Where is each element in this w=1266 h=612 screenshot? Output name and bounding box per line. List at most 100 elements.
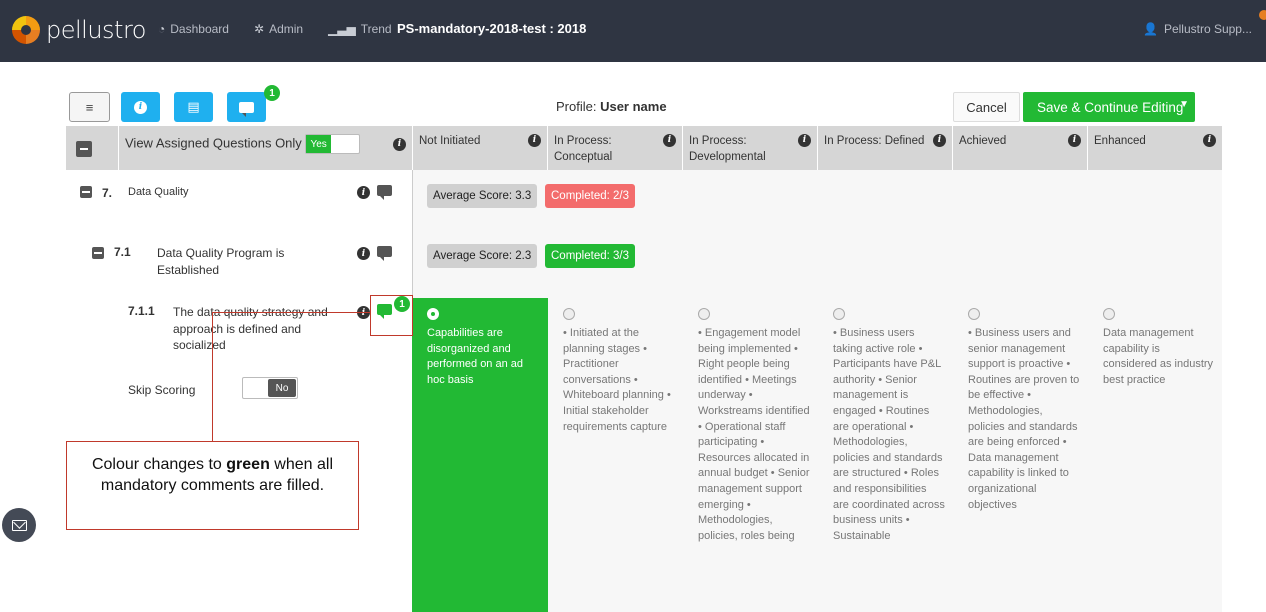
info-button[interactable]: i bbox=[121, 92, 160, 122]
bar-chart-icon: ▁▃▅ bbox=[328, 22, 356, 36]
info-icon[interactable]: i bbox=[798, 134, 811, 147]
info-icon: i bbox=[134, 100, 147, 114]
section-title: Data Quality bbox=[128, 186, 189, 198]
skip-scoring-toggle[interactable]: No bbox=[242, 377, 298, 399]
completed-badge: Completed: 2/3 bbox=[545, 184, 635, 208]
level-header: In Process: Defined i bbox=[817, 126, 952, 170]
level-description: Data management capability is considered… bbox=[1103, 327, 1214, 386]
level-option[interactable]: • Engagement model being implemented • R… bbox=[683, 298, 818, 545]
notification-dot[interactable] bbox=[1259, 10, 1266, 20]
info-icon[interactable]: i bbox=[1203, 134, 1216, 147]
radio-button[interactable] bbox=[1103, 308, 1115, 320]
profile-label: Profile: User name bbox=[556, 99, 667, 114]
completed-badge: Completed: 3/3 bbox=[545, 244, 635, 268]
gauge-icon: ◔ bbox=[158, 22, 166, 36]
level-header-label: Enhanced bbox=[1094, 135, 1146, 147]
callout-text-bold: green bbox=[226, 456, 270, 473]
level-option-selected[interactable]: Capabilities are disorganized and perfor… bbox=[412, 298, 548, 612]
callout-connector bbox=[212, 312, 213, 441]
feedback-button[interactable] bbox=[2, 508, 36, 542]
question-number: 7.1.1 bbox=[128, 304, 155, 318]
level-option[interactable]: • Business users and senior management s… bbox=[953, 298, 1088, 513]
level-header: In Process: Developmental i bbox=[682, 126, 817, 170]
menu-button[interactable]: ≡ bbox=[69, 92, 110, 122]
nav-admin-label: Admin bbox=[269, 22, 304, 36]
radio-selected[interactable] bbox=[427, 308, 439, 320]
profile-name: User name bbox=[600, 99, 667, 114]
info-icon[interactable]: i bbox=[357, 186, 370, 199]
nav-trend[interactable]: ▁▃▅ Trend bbox=[328, 22, 392, 36]
level-header-label: Not Initiated bbox=[419, 135, 481, 147]
view-assigned-label: View Assigned Questions Only bbox=[125, 135, 302, 151]
collapse-all-icon[interactable] bbox=[76, 141, 92, 157]
info-icon[interactable]: i bbox=[1068, 134, 1081, 147]
logo[interactable]: pellustro bbox=[12, 16, 146, 44]
logo-text: pellustro bbox=[46, 16, 146, 44]
info-icon[interactable]: i bbox=[663, 134, 676, 147]
level-header-label: In Process: Conceptual bbox=[554, 135, 613, 163]
callout-connector bbox=[212, 312, 370, 313]
level-description: • Initiated at the planning stages • Pra… bbox=[563, 327, 671, 433]
radio-button[interactable] bbox=[968, 308, 980, 320]
comment-icon[interactable] bbox=[377, 246, 392, 261]
level-description: • Business users and senior management s… bbox=[968, 327, 1080, 511]
level-description: • Business users taking active role • Pa… bbox=[833, 327, 945, 542]
level-header-label: In Process: Developmental bbox=[689, 135, 766, 163]
top-navbar: pellustro ◔ Dashboard ✲ Admin ▁▃▅ Trend … bbox=[0, 0, 1266, 62]
document-button[interactable]: ▤ bbox=[174, 92, 213, 122]
info-icon[interactable]: i bbox=[528, 134, 541, 147]
radio-button[interactable] bbox=[563, 308, 575, 320]
comment-icon bbox=[239, 101, 254, 117]
info-icon[interactable]: i bbox=[393, 138, 406, 151]
info-icon[interactable]: i bbox=[357, 247, 370, 260]
level-header: Not Initiated i bbox=[412, 126, 547, 170]
level-header-label: In Process: Defined bbox=[824, 135, 925, 147]
toggle-yes: Yes bbox=[306, 135, 331, 153]
mail-icon bbox=[11, 519, 27, 531]
radio-button[interactable] bbox=[698, 308, 710, 320]
view-assigned-cell: View Assigned Questions Only Yes i bbox=[118, 126, 412, 170]
level-header: Achieved i bbox=[952, 126, 1087, 170]
skip-scoring-label: Skip Scoring bbox=[128, 383, 196, 397]
level-header-label: Achieved bbox=[959, 135, 1007, 147]
user-menu[interactable]: 👤 Pellustro Supp... bbox=[1143, 22, 1252, 36]
menu-icon: ≡ bbox=[85, 99, 94, 115]
assessment-title: PS-mandatory-2018-test : 2018 bbox=[397, 21, 587, 36]
comment-icon[interactable] bbox=[377, 185, 392, 200]
save-continue-label: Save & Continue Editing bbox=[1037, 99, 1184, 115]
comments-count-badge: 1 bbox=[264, 85, 280, 101]
level-option[interactable]: Data management capability is considered… bbox=[1088, 298, 1222, 388]
subsection-title: Data Quality Program is Established bbox=[157, 246, 285, 277]
average-score-badge: Average Score: 2.3 bbox=[427, 244, 538, 268]
nav-admin[interactable]: ✲ Admin bbox=[254, 22, 303, 36]
save-continue-button[interactable]: Save & Continue Editing ▼ bbox=[1023, 92, 1195, 122]
nav-dashboard[interactable]: ◔ Dashboard bbox=[158, 22, 229, 36]
caret-down-icon[interactable]: ▼ bbox=[1179, 99, 1189, 110]
info-icon[interactable]: i bbox=[933, 134, 946, 147]
callout-highlight-box bbox=[370, 295, 413, 336]
table-header: View Assigned Questions Only Yes i Not I… bbox=[66, 126, 1222, 170]
level-option[interactable]: • Business users taking active role • Pa… bbox=[818, 298, 953, 545]
level-header: Enhanced i bbox=[1087, 126, 1222, 170]
level-header: In Process: Conceptual i bbox=[547, 126, 682, 170]
level-description: Capabilities are disorganized and perfor… bbox=[427, 327, 524, 386]
comments-button[interactable] bbox=[227, 92, 266, 122]
collapse-all-cell bbox=[66, 126, 118, 170]
callout-text-before: Colour changes to bbox=[91, 456, 227, 473]
callout-note: Colour changes to green when all mandato… bbox=[66, 441, 359, 530]
subsection-number: 7.1 bbox=[114, 245, 131, 259]
logo-mark-icon bbox=[12, 16, 40, 44]
gear-icon: ✲ bbox=[254, 22, 265, 36]
radio-button[interactable] bbox=[833, 308, 845, 320]
nav-trend-label: Trend bbox=[360, 22, 392, 36]
collapse-subsection-icon[interactable] bbox=[92, 247, 104, 259]
nav-dashboard-label: Dashboard bbox=[170, 22, 229, 36]
collapse-section-icon[interactable] bbox=[80, 186, 92, 198]
user-name: Pellustro Supp... bbox=[1163, 22, 1252, 36]
level-option[interactable]: • Initiated at the planning stages • Pra… bbox=[548, 298, 683, 435]
profile-prefix: Profile: bbox=[556, 99, 601, 114]
document-icon: ▤ bbox=[187, 99, 200, 114]
cancel-button[interactable]: Cancel bbox=[953, 92, 1020, 122]
skip-scoring-value: No bbox=[268, 379, 296, 397]
view-assigned-toggle[interactable]: Yes bbox=[305, 134, 361, 154]
